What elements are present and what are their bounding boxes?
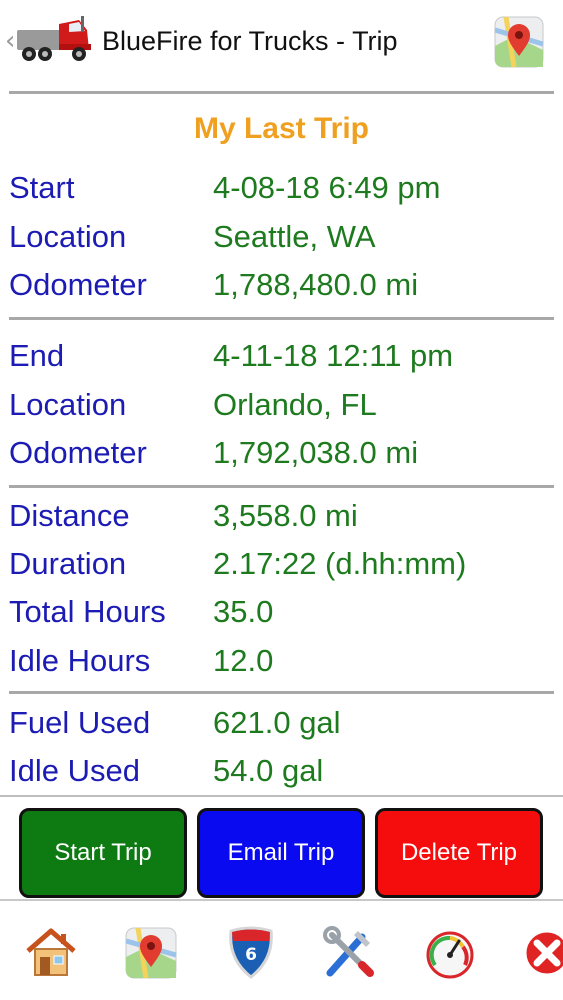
idle-hours-row: Idle Hours 12.0 (0, 643, 563, 691)
row-label: Idle Hours (9, 643, 151, 678)
row-value: Seattle, WA (213, 219, 376, 254)
row-label: Odometer (9, 435, 147, 470)
row-value: 12.0 (213, 643, 274, 678)
row-label: Duration (9, 546, 127, 581)
row-value: 54.0 gal (213, 753, 324, 788)
row-label: Location (9, 387, 127, 422)
row-value: 621.0 gal (213, 705, 341, 740)
fuel-used-row: Fuel Used 621.0 gal (0, 705, 563, 753)
row-label: Total Hours (9, 594, 166, 629)
row-label: Start (9, 170, 75, 205)
row-value: 35.0 (213, 594, 274, 629)
distance-row: Distance 3,558.0 mi (0, 498, 563, 546)
row-value: 4-11-18 12:11 pm (213, 338, 454, 373)
content-divider (0, 795, 563, 797)
row-label: Distance (9, 498, 130, 533)
end-row: End 4-11-18 12:11 pm (0, 338, 563, 386)
row-value: 2.17:22 (d.hh:mm) (213, 546, 467, 581)
row-label: Odometer (9, 267, 147, 302)
highway-number: 6 (245, 945, 257, 965)
map-pin-icon[interactable] (124, 925, 178, 981)
start-odometer-row: Odometer 1,788,480.0 mi (0, 267, 563, 315)
home-icon[interactable] (24, 925, 78, 981)
row-label: Location (9, 219, 127, 254)
row-label: Idle Used (9, 753, 140, 788)
section-title: My Last Trip (193, 112, 370, 145)
start-row: Start 4-08-18 6:49 pm (0, 170, 563, 218)
section-divider (9, 485, 554, 488)
delete-trip-button[interactable]: Delete Trip (375, 808, 543, 898)
row-value: 3,558.0 mi (213, 498, 358, 533)
bottom-nav: 6 (0, 899, 563, 1000)
end-odometer-row: Odometer 1,792,038.0 mi (0, 435, 563, 483)
total-hours-row: Total Hours 35.0 (0, 594, 563, 642)
start-location-row: Location Seattle, WA (0, 219, 563, 267)
row-label: Fuel Used (9, 705, 151, 740)
duration-row: Duration 2.17:22 (d.hh:mm) (0, 546, 563, 594)
row-value: 1,792,038.0 mi (213, 435, 419, 470)
idle-used-row: Idle Used 54.0 gal (0, 753, 563, 792)
end-location-row: Location Orlando, FL (0, 387, 563, 435)
gauge-icon[interactable] (423, 925, 477, 981)
section-divider (9, 691, 554, 694)
tools-icon[interactable] (322, 925, 376, 981)
start-trip-button[interactable]: Start Trip (19, 808, 187, 898)
close-icon[interactable] (520, 925, 563, 981)
highway-shield-icon[interactable]: 6 (224, 925, 278, 981)
row-value: Orlando, FL (213, 387, 377, 422)
row-label: End (9, 338, 65, 373)
section-divider (9, 317, 554, 320)
row-value: 4-08-18 6:49 pm (213, 170, 441, 205)
row-value: 1,788,480.0 mi (213, 267, 419, 302)
trip-details: My Last Trip Start 4-08-18 6:49 pm Locat… (0, 0, 563, 792)
email-trip-button[interactable]: Email Trip (197, 808, 365, 898)
